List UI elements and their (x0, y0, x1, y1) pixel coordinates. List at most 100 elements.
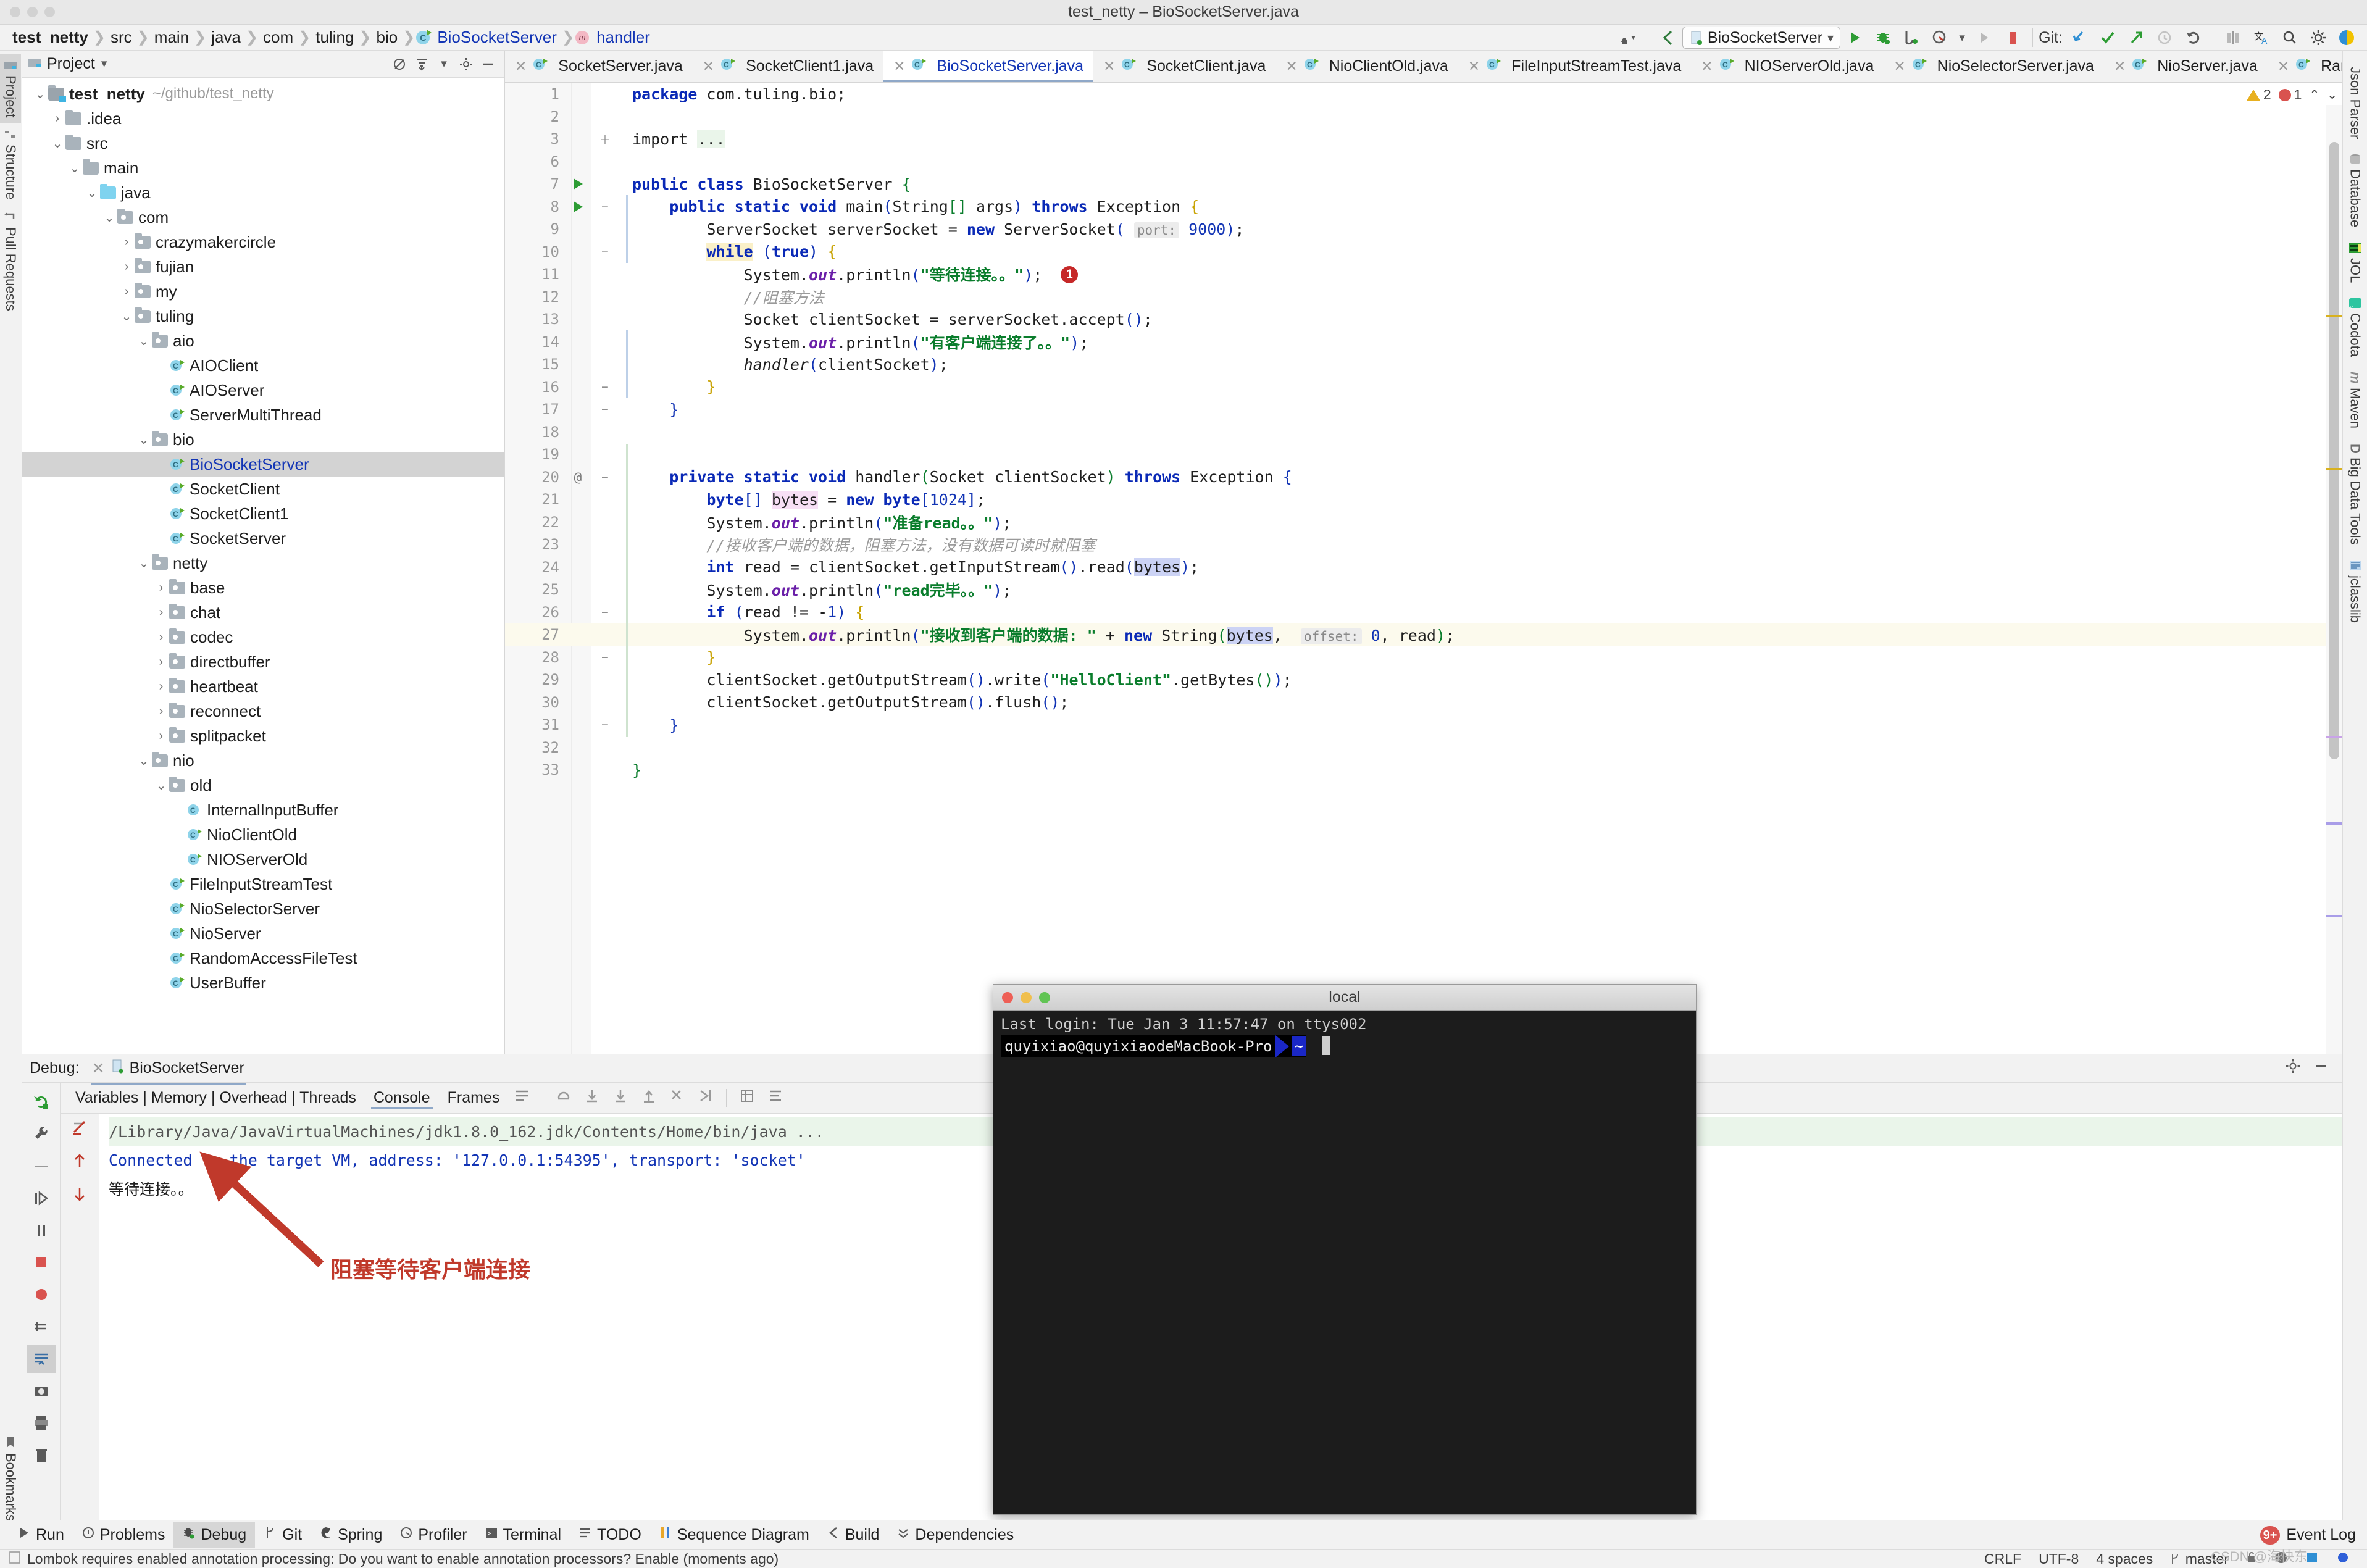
step-over-icon[interactable] (549, 1088, 578, 1108)
chevron-right-icon[interactable]: › (119, 285, 135, 299)
step-out-icon[interactable] (635, 1088, 663, 1108)
sidebar-item-pull-requests[interactable]: Pull Requests (0, 206, 21, 317)
git-history-icon[interactable] (2150, 27, 2179, 49)
code-editor[interactable]: 1 package com.tuling.bio; 2 3 ＋ import ... 6 7 p… (505, 83, 2342, 1090)
tool-window-button-spring[interactable]: Spring (311, 1522, 391, 1548)
close-icon[interactable]: ✕ (92, 1059, 105, 1078)
tool-window-button-sequence-diagram[interactable]: Sequence Diagram (650, 1522, 818, 1548)
collapse-all-icon[interactable] (388, 54, 411, 74)
chevron-down-icon[interactable]: ⌄ (153, 778, 169, 793)
chevron-down-icon[interactable]: ▾ (433, 54, 455, 74)
sidebar-item-json-parser[interactable]: Json Parser (2345, 59, 2365, 146)
breadcrumb-item-java[interactable]: java (207, 28, 244, 47)
force-step-into-icon[interactable] (606, 1088, 635, 1108)
editor-tab-socketserver-java[interactable]: ✕ C SocketServer.java (505, 51, 693, 82)
fold-marker[interactable]: − (591, 200, 619, 214)
fold-marker[interactable]: − (591, 651, 619, 664)
code-lines[interactable]: 1 package com.tuling.bio; 2 3 ＋ import ... 6 7 p… (505, 83, 2326, 782)
chevron-right-icon[interactable]: › (153, 630, 169, 644)
close-icon[interactable]: ✕ (1103, 58, 1115, 75)
tool-window-button-build[interactable]: Build (818, 1522, 888, 1548)
tree-node-splitpacket[interactable]: › splitpacket (22, 724, 504, 748)
close-icon[interactable]: ✕ (2114, 58, 2126, 75)
resume-icon[interactable] (27, 1184, 56, 1212)
code-line-11[interactable]: 11 System.out.println("等待连接。。"); 1 (505, 263, 2326, 286)
git-update-icon[interactable] (2065, 27, 2094, 49)
breadcrumb-item-bio[interactable]: bio (373, 28, 402, 47)
scroll-down-icon[interactable] (71, 1185, 88, 1207)
debug-side-toolbar[interactable] (22, 1083, 61, 1532)
code-line-13[interactable]: 13 Socket clientSocket = serverSocket.ac… (505, 308, 2326, 331)
profiler-icon[interactable] (1614, 27, 1642, 49)
rerun-icon[interactable] (1970, 27, 1998, 49)
code-line-31[interactable]: 31− } (505, 714, 2326, 736)
code-line-21[interactable]: 21 byte[] bytes = new byte[1024]; (505, 488, 2326, 511)
code-line-14[interactable]: 14 System.out.println("有客户端连接了。。"); (505, 331, 2326, 354)
chevron-right-icon[interactable]: › (49, 112, 65, 126)
indent-setting[interactable]: 4 spaces (2087, 1551, 2161, 1567)
terminal-maximize-button[interactable] (1039, 991, 1050, 1003)
close-icon[interactable]: ✕ (2277, 58, 2289, 75)
editor-tab-nioserverold-java[interactable]: ✕ C NIOServerOld.java (1691, 51, 1884, 82)
breadcrumb-item-method[interactable]: handler (593, 28, 654, 47)
close-icon[interactable]: ✕ (1893, 58, 1905, 75)
soft-wrap-icon[interactable] (71, 1120, 88, 1141)
tree-node-biosocketserver[interactable]: C BioSocketServer (22, 452, 504, 477)
chevron-down-icon[interactable]: ⌄ (101, 210, 117, 225)
breadcrumb-item-main[interactable]: main (151, 28, 193, 47)
console-gutter-toolbar[interactable] (61, 1114, 99, 1532)
fold-marker[interactable]: − (591, 470, 619, 484)
search-icon[interactable] (2276, 27, 2304, 49)
tree-node-crazymakercircle[interactable]: › crazymakercircle (22, 230, 504, 254)
terminal-window[interactable]: local Last login: Tue Jan 3 11:57:47 on … (993, 984, 1697, 1515)
tree-node-nioserverold[interactable]: C NIOServerOld (22, 847, 504, 872)
code-line-32[interactable]: 32 (505, 736, 2326, 759)
expand-all-icon[interactable] (411, 54, 433, 74)
settings-icon[interactable] (2286, 1059, 2300, 1078)
code-line-25[interactable]: 25 System.out.println("read完毕。。"); (505, 578, 2326, 601)
tree-node-randomaccessfiletest[interactable]: C RandomAccessFileTest (22, 946, 504, 970)
tree-node-tuling[interactable]: ⌄ tuling (22, 304, 504, 328)
chevron-right-icon[interactable]: › (153, 655, 169, 669)
tool-window-button-profiler[interactable]: Profiler (391, 1522, 475, 1548)
soft-wrap-icon[interactable] (508, 1088, 536, 1108)
tool-window-bar[interactable]: Run Problems Debug Git Spring Profiler > Termin… (0, 1520, 2367, 1549)
breadcrumb-item-com[interactable]: com (259, 28, 297, 47)
tree-node-heartbeat[interactable]: › heartbeat (22, 674, 504, 699)
tree-node-nioserver[interactable]: C NioServer (22, 921, 504, 946)
tree-node-aioserver[interactable]: C AIOServer (22, 378, 504, 402)
tree-node-fileinputstreamtest[interactable]: C FileInputStreamTest (22, 872, 504, 896)
code-line-7[interactable]: 7 public class BioSocketServer { (505, 173, 2326, 196)
close-icon[interactable]: ✕ (1701, 58, 1713, 75)
tree-node-aio[interactable]: ⌄ aio (22, 328, 504, 353)
gutter-markers[interactable]: @ (564, 470, 591, 485)
tree-node-reconnect[interactable]: › reconnect (22, 699, 504, 724)
close-icon[interactable]: ✕ (515, 58, 527, 75)
fold-marker[interactable]: ＋ (591, 131, 619, 148)
fold-marker[interactable]: − (591, 718, 619, 732)
tree-node-test-netty[interactable]: ⌄ test_netty ~/github/test_netty (22, 81, 504, 106)
tree-node-nioselectorserver[interactable]: C NioSelectorServer (22, 896, 504, 921)
chevron-down-icon[interactable]: ⌄ (136, 753, 152, 769)
tree-node-servermultithread[interactable]: C ServerMultiThread (22, 402, 504, 427)
tree-node-fujian[interactable]: › fujian (22, 254, 504, 279)
fold-marker[interactable]: − (591, 245, 619, 259)
code-line-23[interactable]: 23 //接收客户端的数据，阻塞方法，没有数据可读时就阻塞 (505, 533, 2326, 556)
terminal-window-controls[interactable] (1002, 991, 1050, 1003)
code-line-20[interactable]: 20 @ − private static void handler(Socket … (505, 466, 2326, 489)
camera-icon[interactable] (27, 1377, 56, 1405)
print-icon[interactable] (27, 1409, 56, 1437)
inspection-summary[interactable]: 2 1 ⌃ ⌄ (2246, 86, 2337, 103)
step-into-icon[interactable] (578, 1088, 606, 1108)
settings-list-icon[interactable] (761, 1088, 790, 1108)
tool-window-button-dependencies[interactable]: Dependencies (888, 1522, 1022, 1548)
drop-frame-icon[interactable] (663, 1088, 691, 1108)
tree-node-com[interactable]: ⌄ com (22, 205, 504, 230)
stop-icon[interactable] (1998, 27, 2027, 49)
scrollbar-thumb[interactable] (2329, 142, 2339, 759)
tree-node--idea[interactable]: › .idea (22, 106, 504, 131)
chevron-up-icon[interactable]: ⌃ (2309, 87, 2319, 102)
scroll-up-icon[interactable] (71, 1153, 88, 1174)
terminal-close-button[interactable] (1002, 991, 1013, 1003)
sidebar-item-bookmarks[interactable]: Bookmarks (0, 1430, 21, 1527)
